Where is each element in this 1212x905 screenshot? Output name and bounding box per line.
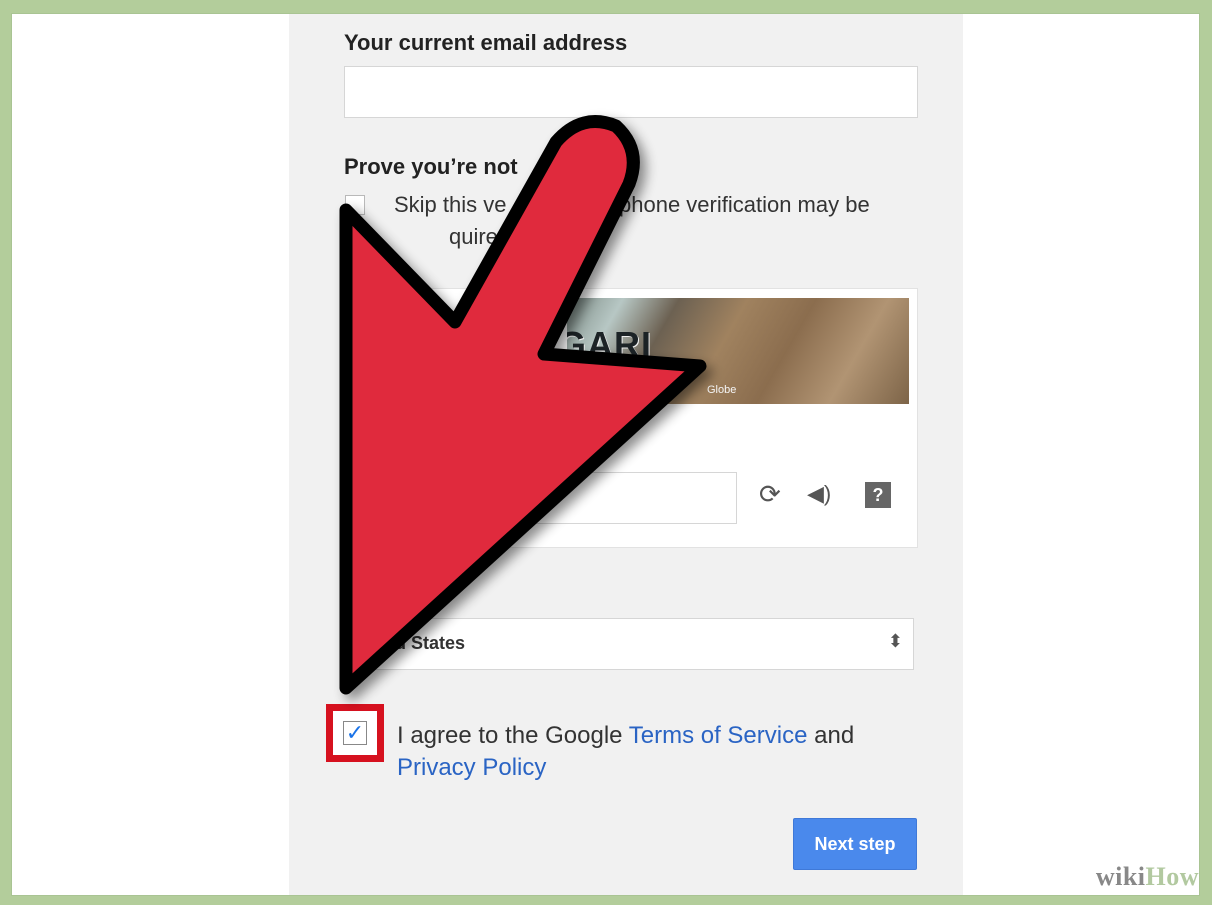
watermark-how: How xyxy=(1145,862,1199,891)
wikihow-watermark: wikiHow xyxy=(1096,862,1199,892)
arrow-shape xyxy=(339,115,707,695)
screenshot-frame: Your current email address Prove you’re … xyxy=(11,13,1200,896)
red-arrow-overlay xyxy=(339,115,707,695)
watermark-wiki: wiki xyxy=(1095,862,1146,891)
